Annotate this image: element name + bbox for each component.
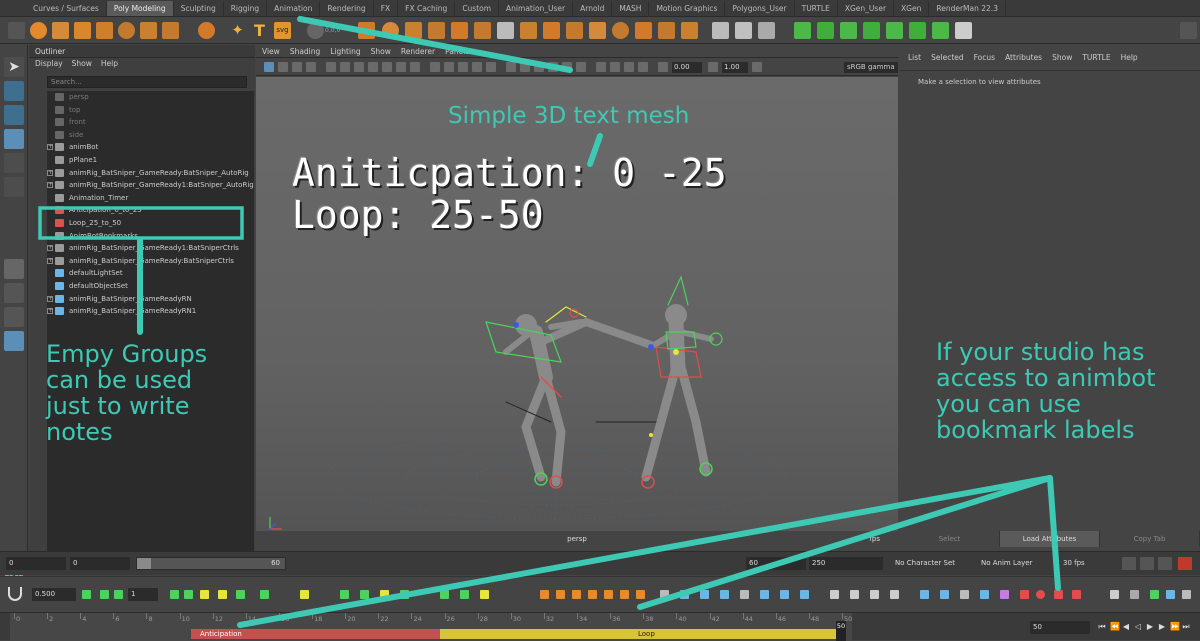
annotation-line-text-mesh (587, 133, 603, 167)
annotation-highlight-box (38, 206, 244, 240)
annotation-groups-line-1: Empy Groups (46, 340, 208, 368)
annotation-animbot-line-1: If your studio has (936, 338, 1145, 366)
annotation-animbot-line-3: you can use (936, 389, 1081, 418)
annotation-animbot-line-4: bookmark labels (936, 415, 1135, 444)
annotation-animbot: If your studio has access to animbot you… (936, 338, 1156, 444)
annotation-groups-line-2: can be used (46, 365, 193, 394)
annotation-groups-line-3: just to write (46, 391, 190, 420)
annotation-animbot-line-2: access to animbot (936, 363, 1156, 392)
annotation-text-mesh: Simple 3D text mesh (448, 103, 690, 129)
annotation-line-animbot-3 (1047, 475, 1061, 591)
annotation-groups: Empy Groups can be used just to write no… (46, 340, 208, 446)
annotation-line-text-mesh-top (297, 16, 573, 73)
annotation-groups-line-4: notes (46, 417, 113, 446)
annotation-lines (38, 16, 1061, 628)
